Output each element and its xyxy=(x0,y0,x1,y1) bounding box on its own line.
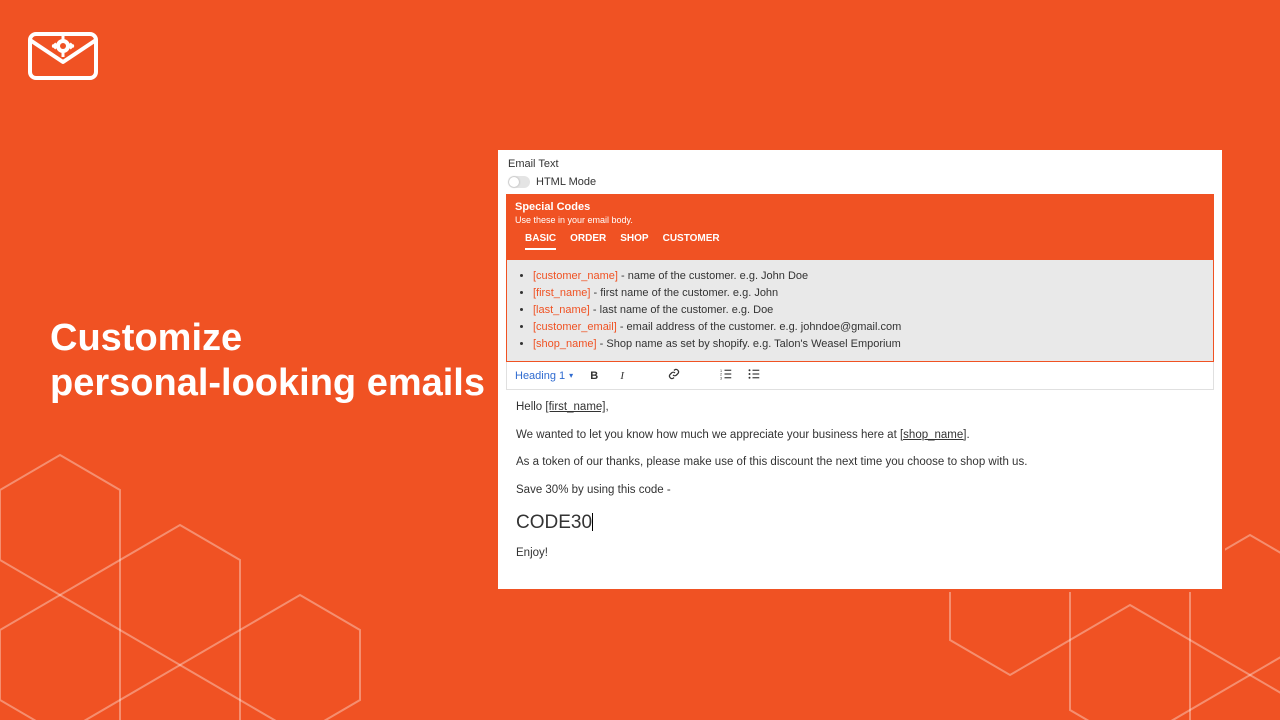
html-mode-toggle[interactable] xyxy=(508,176,530,188)
editor-line: Hello [first_name], xyxy=(516,400,1204,416)
list-item: [shop_name] - Shop name as set by shopif… xyxy=(533,336,1201,353)
code-token: [shop_name] xyxy=(533,338,597,350)
marketing-headline: Customize personal-looking emails xyxy=(50,316,485,406)
list-item: [customer_email] - email address of the … xyxy=(533,319,1201,336)
code-token: [customer_name] xyxy=(533,270,618,282)
code-token: [last_name] xyxy=(533,304,590,316)
unordered-list-button[interactable] xyxy=(747,368,761,383)
code-desc: - email address of the customer. e.g. jo… xyxy=(617,321,901,333)
editor-line: As a token of our thanks, please make us… xyxy=(516,455,1204,471)
list-item: [first_name] - first name of the custome… xyxy=(533,285,1201,302)
special-codes-box: Special Codes Use these in your email bo… xyxy=(506,194,1214,362)
heading-select[interactable]: Heading 1 ▾ xyxy=(515,370,573,382)
tab-basic[interactable]: BASIC xyxy=(525,233,556,250)
list-item: [customer_name] - name of the customer. … xyxy=(533,268,1201,285)
tab-customer[interactable]: CUSTOMER xyxy=(663,233,720,250)
special-codes-subtitle: Use these in your email body. xyxy=(515,215,1205,225)
panel-title: Email Text xyxy=(508,158,1214,170)
ordered-list-icon: 123 xyxy=(720,368,732,380)
editor-code-line: CODE30 xyxy=(516,510,1204,536)
link-button[interactable] xyxy=(667,368,681,383)
html-mode-label: HTML Mode xyxy=(536,176,596,188)
chevron-down-icon: ▾ xyxy=(569,371,573,380)
italic-button[interactable]: I xyxy=(615,370,629,382)
code-desc: - name of the customer. e.g. John Doe xyxy=(618,270,808,282)
merge-token: [shop_name] xyxy=(900,429,967,441)
code-token: [first_name] xyxy=(533,287,590,299)
editor-line: Enjoy! xyxy=(516,546,1204,562)
headline-line-2: personal-looking emails xyxy=(50,361,485,406)
heading-select-label: Heading 1 xyxy=(515,370,565,382)
hex-decoration-left xyxy=(0,435,430,720)
editor-line: We wanted to let you know how much we ap… xyxy=(516,428,1204,444)
tab-shop[interactable]: SHOP xyxy=(620,233,648,250)
special-codes-title: Special Codes xyxy=(515,201,1205,213)
email-body-editor[interactable]: Hello [first_name], We wanted to let you… xyxy=(506,390,1214,561)
svg-text:3: 3 xyxy=(720,376,722,380)
text-cursor xyxy=(592,513,593,531)
code-desc: - last name of the customer. e.g. Doe xyxy=(590,304,773,316)
app-logo xyxy=(28,28,98,89)
ordered-list-button[interactable]: 123 xyxy=(719,368,733,383)
merge-token: [first_name] xyxy=(545,401,605,413)
codes-list: [customer_name] - name of the customer. … xyxy=(507,260,1213,361)
link-icon xyxy=(668,368,680,380)
code-token: [customer_email] xyxy=(533,321,617,333)
editor-toolbar: Heading 1 ▾ B I 123 xyxy=(506,362,1214,390)
code-desc: - first name of the customer. e.g. John xyxy=(590,287,778,299)
editor-line: Save 30% by using this code - xyxy=(516,483,1204,499)
code-desc: - Shop name as set by shopify. e.g. Talo… xyxy=(597,338,901,350)
email-editor-panel: Email Text HTML Mode Special Codes Use t… xyxy=(495,147,1225,592)
bold-button[interactable]: B xyxy=(587,370,601,382)
envelope-gear-icon xyxy=(28,28,98,84)
tab-order[interactable]: ORDER xyxy=(570,233,606,250)
list-item: [last_name] - last name of the customer.… xyxy=(533,302,1201,319)
unordered-list-icon xyxy=(748,368,760,380)
headline-line-1: Customize xyxy=(50,316,485,361)
codes-tabs: BASIC ORDER SHOP CUSTOMER xyxy=(515,225,1205,256)
